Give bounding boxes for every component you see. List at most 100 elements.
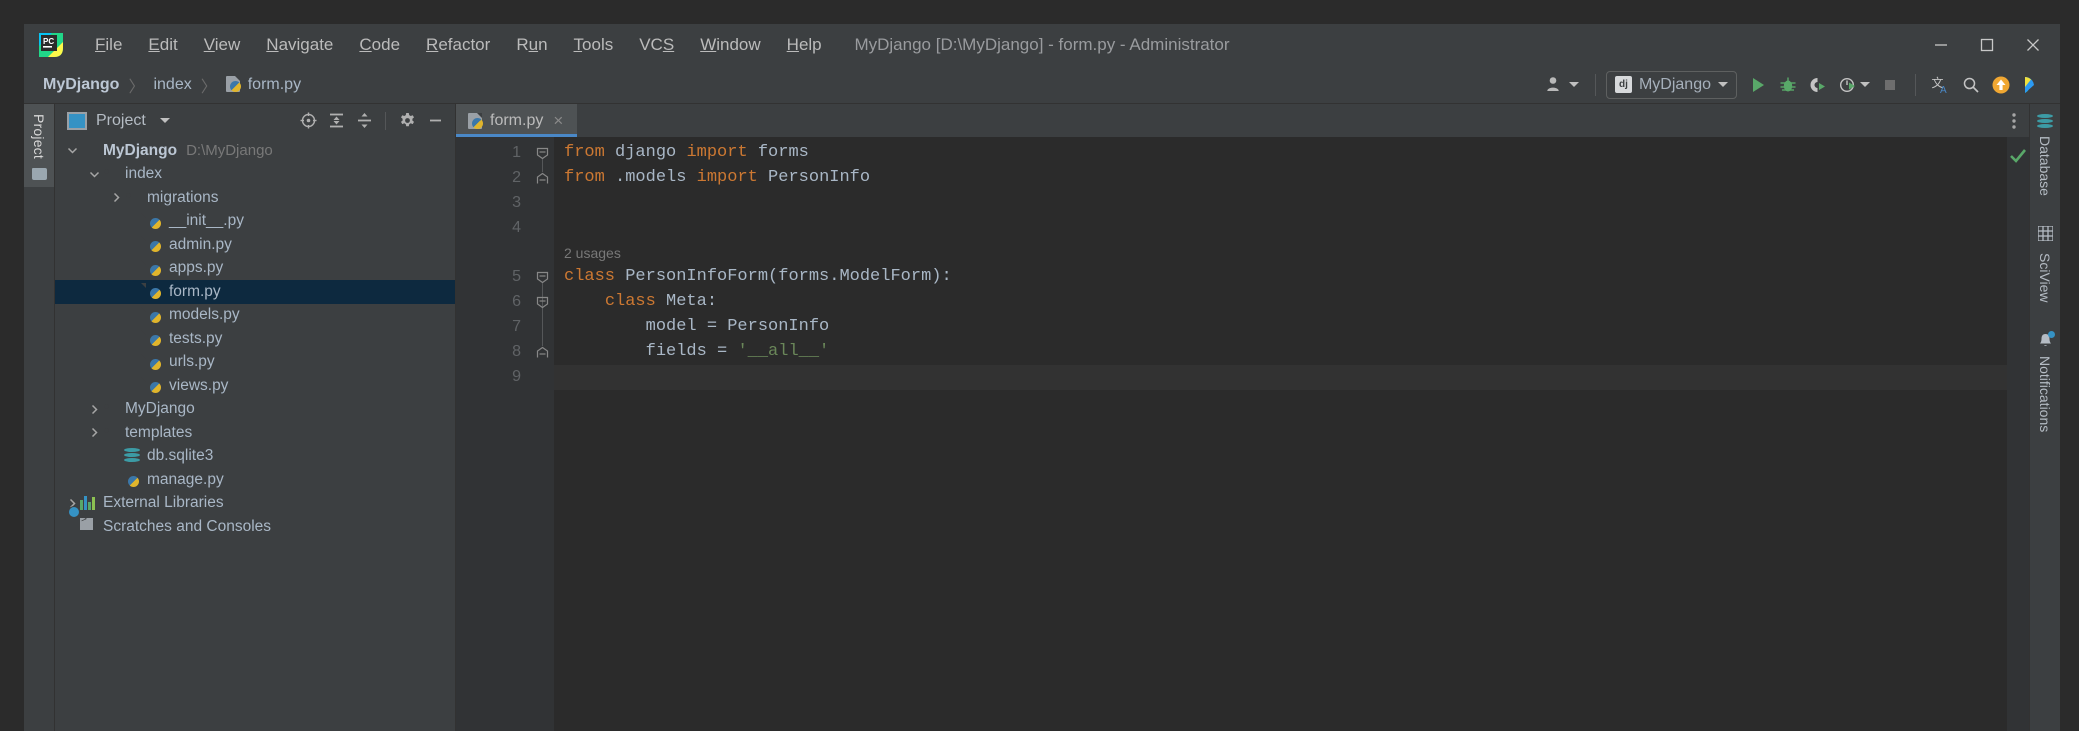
tree-item-form-py[interactable]: form.py (55, 280, 455, 304)
gear-icon[interactable] (394, 109, 420, 133)
menu-run[interactable]: Run (503, 31, 560, 59)
update-arrow-icon[interactable] (1986, 71, 2016, 99)
menu-view[interactable]: View (191, 31, 254, 59)
breadcrumb-item-file[interactable]: form.py (221, 74, 306, 96)
run-configuration-selector[interactable]: dj MyDjango (1605, 70, 1737, 99)
tree-item-index[interactable]: index (55, 163, 455, 187)
tree-item-views-py[interactable]: views.py (55, 374, 455, 398)
chevron-down-icon[interactable] (87, 167, 102, 182)
editor-options-menu[interactable] (1999, 104, 2029, 137)
breadcrumb-item-index[interactable]: index (148, 74, 196, 96)
tree-item-models-py[interactable]: models.py (55, 304, 455, 328)
sidebar-tab-notifications[interactable]: Notifications (2030, 328, 2060, 436)
fold-region-line (542, 283, 543, 346)
tree-item-label: tests.py (169, 329, 223, 347)
account-icon[interactable] (1541, 71, 1585, 99)
tree-item-apps-py[interactable]: apps.py (55, 257, 455, 281)
close-button[interactable] (2010, 24, 2056, 66)
sidebar-tab-project[interactable]: Project (24, 104, 54, 187)
tree-item-tests-py[interactable]: tests.py (55, 327, 455, 351)
tree-item-label: admin.py (169, 235, 232, 253)
tree-item-mydjango[interactable]: MyDjango (55, 398, 455, 422)
py-icon (146, 213, 163, 230)
translate-icon[interactable]: 文 A (1926, 71, 1956, 99)
profile-button[interactable] (1833, 71, 1875, 99)
window-frame-left (0, 0, 24, 731)
search-icon[interactable] (1956, 71, 1986, 99)
tree-item-scratches-and-consoles[interactable]: Scratches and Consoles (55, 506, 455, 539)
expand-all-icon[interactable] (323, 109, 349, 133)
tree-item-migrations[interactable]: migrations (55, 186, 455, 210)
fold-marker-end[interactable] (536, 172, 549, 185)
tree-item-manage-py[interactable]: manage.py (55, 468, 455, 492)
chevron-down-icon (1718, 82, 1728, 87)
fold-marker-end[interactable] (536, 346, 549, 359)
chevron-down-icon[interactable] (159, 118, 170, 123)
collapse-all-icon[interactable] (351, 109, 377, 133)
tree-item-external-libraries[interactable]: External Libraries (55, 492, 455, 516)
run-button[interactable] (1743, 71, 1773, 99)
menu-help[interactable]: Help (774, 31, 835, 59)
breadcrumb-separator: 〉 (128, 78, 145, 96)
tree-item-urls-py[interactable]: urls.py (55, 351, 455, 375)
tree-item-templates[interactable]: templates (55, 421, 455, 445)
editor-tab-form-py[interactable]: form.py × (456, 104, 578, 137)
chevron-right-icon[interactable] (87, 402, 102, 417)
menu-window[interactable]: Window (687, 31, 773, 59)
maximize-button[interactable] (1964, 24, 2010, 66)
line-number: 3 (512, 194, 521, 211)
close-icon[interactable]: × (551, 112, 565, 129)
debug-button[interactable] (1773, 71, 1803, 99)
chevron-right-icon[interactable] (109, 190, 124, 205)
scratch-icon (68, 506, 97, 535)
code-vision-usages-hint[interactable]: 2 usages (564, 245, 621, 261)
fold-marker-start[interactable] (536, 296, 549, 309)
editor-area: form.py × 123456789 2 usages from django… (456, 104, 2029, 731)
menu-vcs[interactable]: VCS (626, 31, 687, 59)
code-editor[interactable]: 1 2 3 4 5 6 7 8 9 2 usages from django import for… (456, 137, 2029, 731)
locate-icon[interactable] (295, 109, 321, 133)
py-file-icon (225, 76, 242, 93)
code-content[interactable]: 2 usages from django import forms from .mo… (554, 137, 2007, 731)
ide-feature-icon[interactable] (2016, 71, 2046, 99)
menu-refactor[interactable]: Refactor (413, 31, 503, 59)
menu-navigate[interactable]: Navigate (253, 31, 346, 59)
tree-item-label: Scratches and Consoles (103, 517, 272, 535)
sidebar-tab-sciview[interactable]: SciView (2030, 222, 2060, 307)
hide-panel-icon[interactable] (422, 109, 448, 133)
sidebar-tab-database[interactable]: Database (2030, 110, 2060, 200)
tree-item-db-sqlite3[interactable]: db.sqlite3 (55, 445, 455, 469)
tree-item-admin-py[interactable]: admin.py (55, 233, 455, 257)
menu-file[interactable]: File (82, 31, 135, 59)
menu-edit[interactable]: Edit (135, 31, 190, 59)
project-window-icon (67, 111, 87, 130)
py-icon (124, 471, 141, 488)
folder-icon (80, 142, 97, 159)
run-coverage-button[interactable] (1803, 71, 1833, 99)
fold-region-line (542, 159, 543, 172)
tree-item-init-py[interactable]: __init__.py (55, 210, 455, 234)
menu-code[interactable]: Code (346, 31, 413, 59)
menu-tools[interactable]: Tools (561, 31, 627, 59)
tree-item-mydjango[interactable]: MyDjango D:\MyDjango (55, 139, 455, 163)
code-line: model = PersonInfo (564, 317, 830, 336)
tree-item-label: External Libraries (103, 494, 224, 512)
line-number-gutter: 1 2 3 4 5 6 7 8 9 (456, 137, 531, 731)
chevron-down-icon[interactable] (65, 143, 80, 158)
code-folding-gutter[interactable] (531, 137, 554, 731)
folder-tpl-icon (102, 424, 119, 441)
tree-item-label: migrations (147, 188, 219, 206)
analysis-gutter[interactable] (2007, 137, 2029, 731)
panel-divider (385, 111, 386, 130)
stop-button[interactable] (1875, 71, 1905, 99)
line-number: 6 (512, 293, 521, 310)
chevron-right-icon[interactable] (87, 425, 102, 440)
code-line: from django import forms (564, 143, 809, 162)
breadcrumb-item-project[interactable]: MyDjango (38, 74, 124, 96)
ide-window: PC File Edit View Navigate Code Refactor… (24, 24, 2060, 731)
minimize-button[interactable] (1918, 24, 1964, 66)
code-line: class PersonInfoForm(forms.ModelForm): (564, 267, 952, 286)
right-tool-stripe: Database SciView Notifications (2029, 104, 2060, 731)
